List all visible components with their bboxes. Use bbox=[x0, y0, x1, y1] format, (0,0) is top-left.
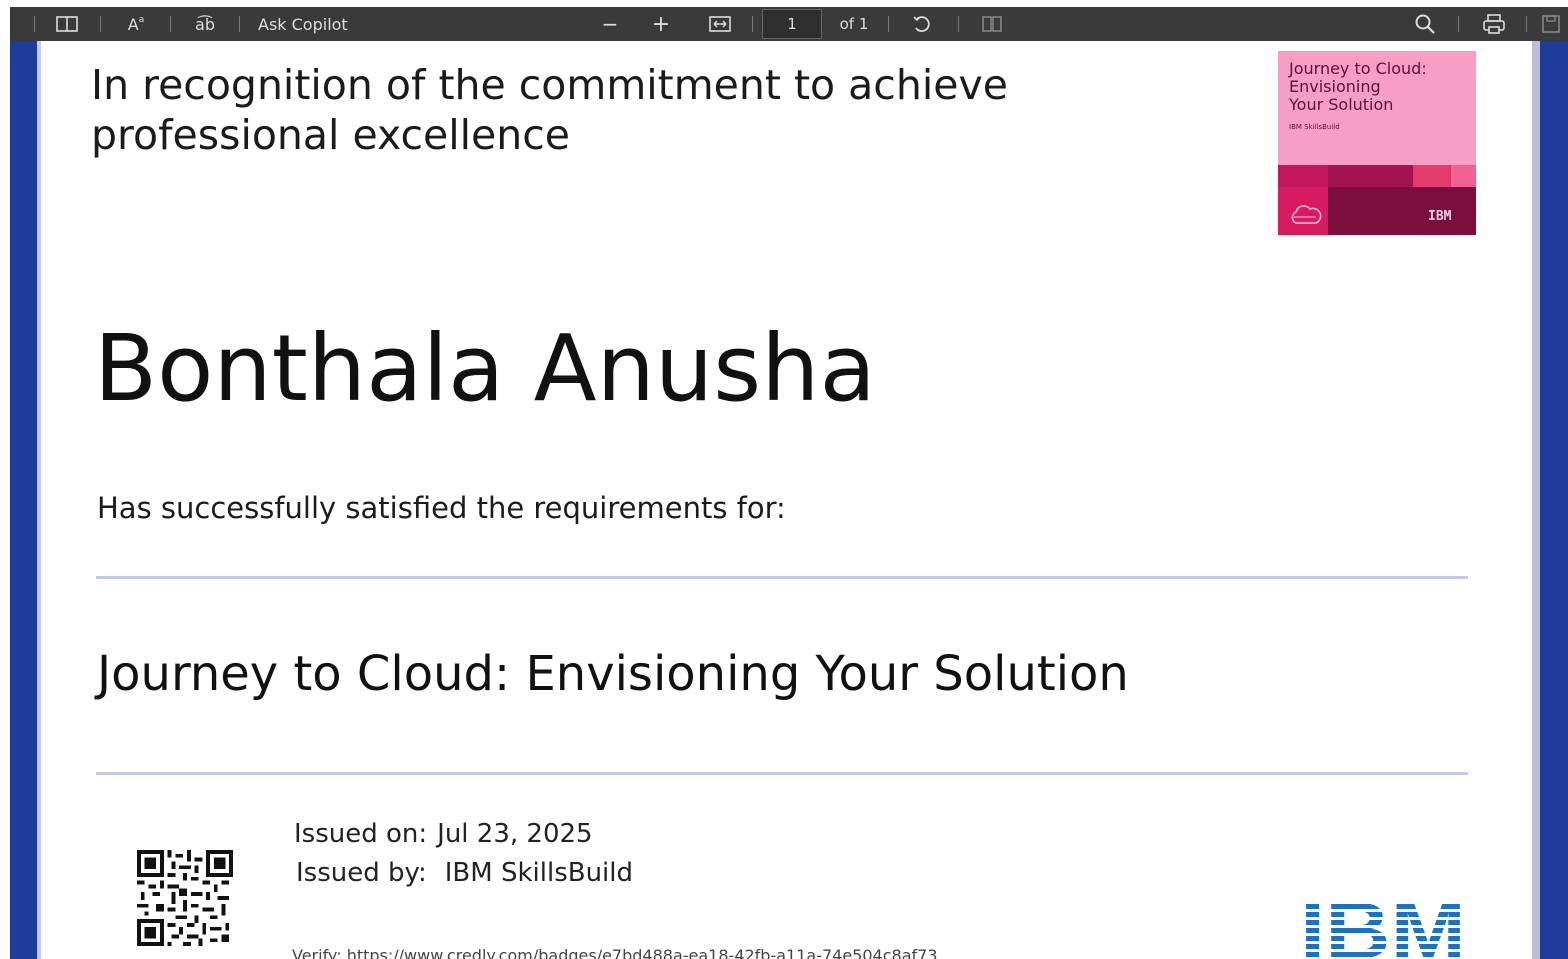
course-title: Journey to Cloud: Envisioning Your Solut… bbox=[97, 646, 1129, 702]
badge-title-line: Envisioning bbox=[1289, 77, 1381, 96]
recipient-name: Bonthala Anusha bbox=[94, 315, 876, 422]
badge-band-block bbox=[1413, 165, 1451, 187]
toolbar-divider bbox=[958, 16, 959, 32]
requirements-statement: Has successfully satisfied the requireme… bbox=[97, 491, 786, 525]
toolbar-divider bbox=[1458, 16, 1459, 32]
read-aloud-icon: a͡b bbox=[195, 14, 215, 34]
fit-page-icon bbox=[709, 16, 731, 32]
page-edge-shadow bbox=[1532, 41, 1540, 959]
divider-line bbox=[96, 576, 1468, 579]
issued-on-row: Issued on: Jul 23, 2025 bbox=[294, 818, 593, 850]
badge-brand: IBM bbox=[1428, 209, 1452, 224]
toolbar-divider bbox=[100, 16, 101, 32]
issued-on-value: Jul 23, 2025 bbox=[437, 819, 593, 849]
table-of-contents-icon[interactable] bbox=[50, 7, 84, 41]
cloud-icon bbox=[1291, 205, 1322, 224]
ibm-logo: IBM bbox=[1300, 896, 1466, 959]
badge-title-line: Your Solution bbox=[1289, 95, 1394, 114]
badge-band-block bbox=[1278, 165, 1328, 187]
verify-link[interactable]: Verify: https://www.credly.com/badges/e7… bbox=[292, 946, 938, 959]
fit-page-button[interactable] bbox=[703, 7, 737, 41]
minus-icon: − bbox=[601, 12, 619, 36]
toolbar-divider bbox=[239, 16, 240, 32]
current-page-value: 1 bbox=[787, 15, 797, 33]
text-size-button[interactable]: Aa bbox=[118, 7, 154, 41]
pdf-toolbar: Aa a͡b Ask Copilot − + 1 of 1 bbox=[10, 7, 1568, 41]
toolbar-divider bbox=[170, 16, 171, 32]
print-button[interactable] bbox=[1476, 7, 1512, 41]
plus-icon: + bbox=[651, 11, 671, 37]
ask-copilot-label: Ask Copilot bbox=[258, 14, 348, 34]
issued-by-row: Issued by: IBM SkillsBuild bbox=[296, 857, 633, 889]
recognition-statement: In recognition of the commitment to achi… bbox=[91, 60, 1091, 160]
recognition-line-1: In recognition of the commitment to achi… bbox=[91, 61, 1008, 109]
two-page-icon bbox=[982, 16, 1002, 32]
zoom-in-button[interactable]: + bbox=[646, 7, 676, 41]
badge-title-line: Journey to Cloud: bbox=[1289, 59, 1427, 78]
badge-subtitle: IBM SkillsBuild bbox=[1289, 123, 1340, 131]
print-icon bbox=[1483, 14, 1505, 34]
qr-code[interactable] bbox=[135, 850, 235, 946]
text-size-icon: A bbox=[127, 14, 139, 34]
toolbar-divider bbox=[34, 16, 35, 32]
ask-copilot-button[interactable]: Ask Copilot bbox=[258, 7, 378, 41]
search-button[interactable] bbox=[1408, 7, 1442, 41]
right-border-frame bbox=[1540, 41, 1568, 959]
save-button[interactable] bbox=[1536, 7, 1566, 41]
toolbar-divider bbox=[1526, 16, 1527, 32]
divider-line bbox=[96, 772, 1468, 775]
zoom-out-button[interactable]: − bbox=[595, 7, 625, 41]
page-count-label: of 1 bbox=[839, 15, 869, 33]
badge-title: Journey to Cloud: Envisioning Your Solut… bbox=[1289, 60, 1469, 114]
two-page-view-button[interactable] bbox=[975, 7, 1009, 41]
issued-on-label: Issued on: bbox=[294, 819, 428, 849]
page-number-input[interactable]: 1 bbox=[762, 9, 822, 39]
read-aloud-button[interactable]: a͡b bbox=[185, 7, 225, 41]
toolbar-divider bbox=[752, 16, 753, 32]
toolbar-divider bbox=[888, 16, 889, 32]
badge-band-block bbox=[1328, 165, 1413, 187]
save-icon bbox=[1542, 15, 1560, 33]
rotate-button[interactable] bbox=[905, 7, 939, 41]
search-icon bbox=[1415, 14, 1435, 34]
page-edge-shadow bbox=[37, 41, 41, 959]
ibm-logo-text: IBM bbox=[1300, 896, 1466, 959]
course-badge[interactable]: Journey to Cloud: Envisioning Your Solut… bbox=[1278, 51, 1476, 235]
badge-band-block bbox=[1451, 165, 1476, 187]
issued-by-label: Issued by: bbox=[296, 858, 427, 888]
recognition-line-2: professional excellence bbox=[91, 111, 571, 159]
issued-by-value: IBM SkillsBuild bbox=[444, 858, 634, 888]
left-border-frame bbox=[10, 41, 37, 959]
rotate-icon bbox=[913, 16, 930, 32]
